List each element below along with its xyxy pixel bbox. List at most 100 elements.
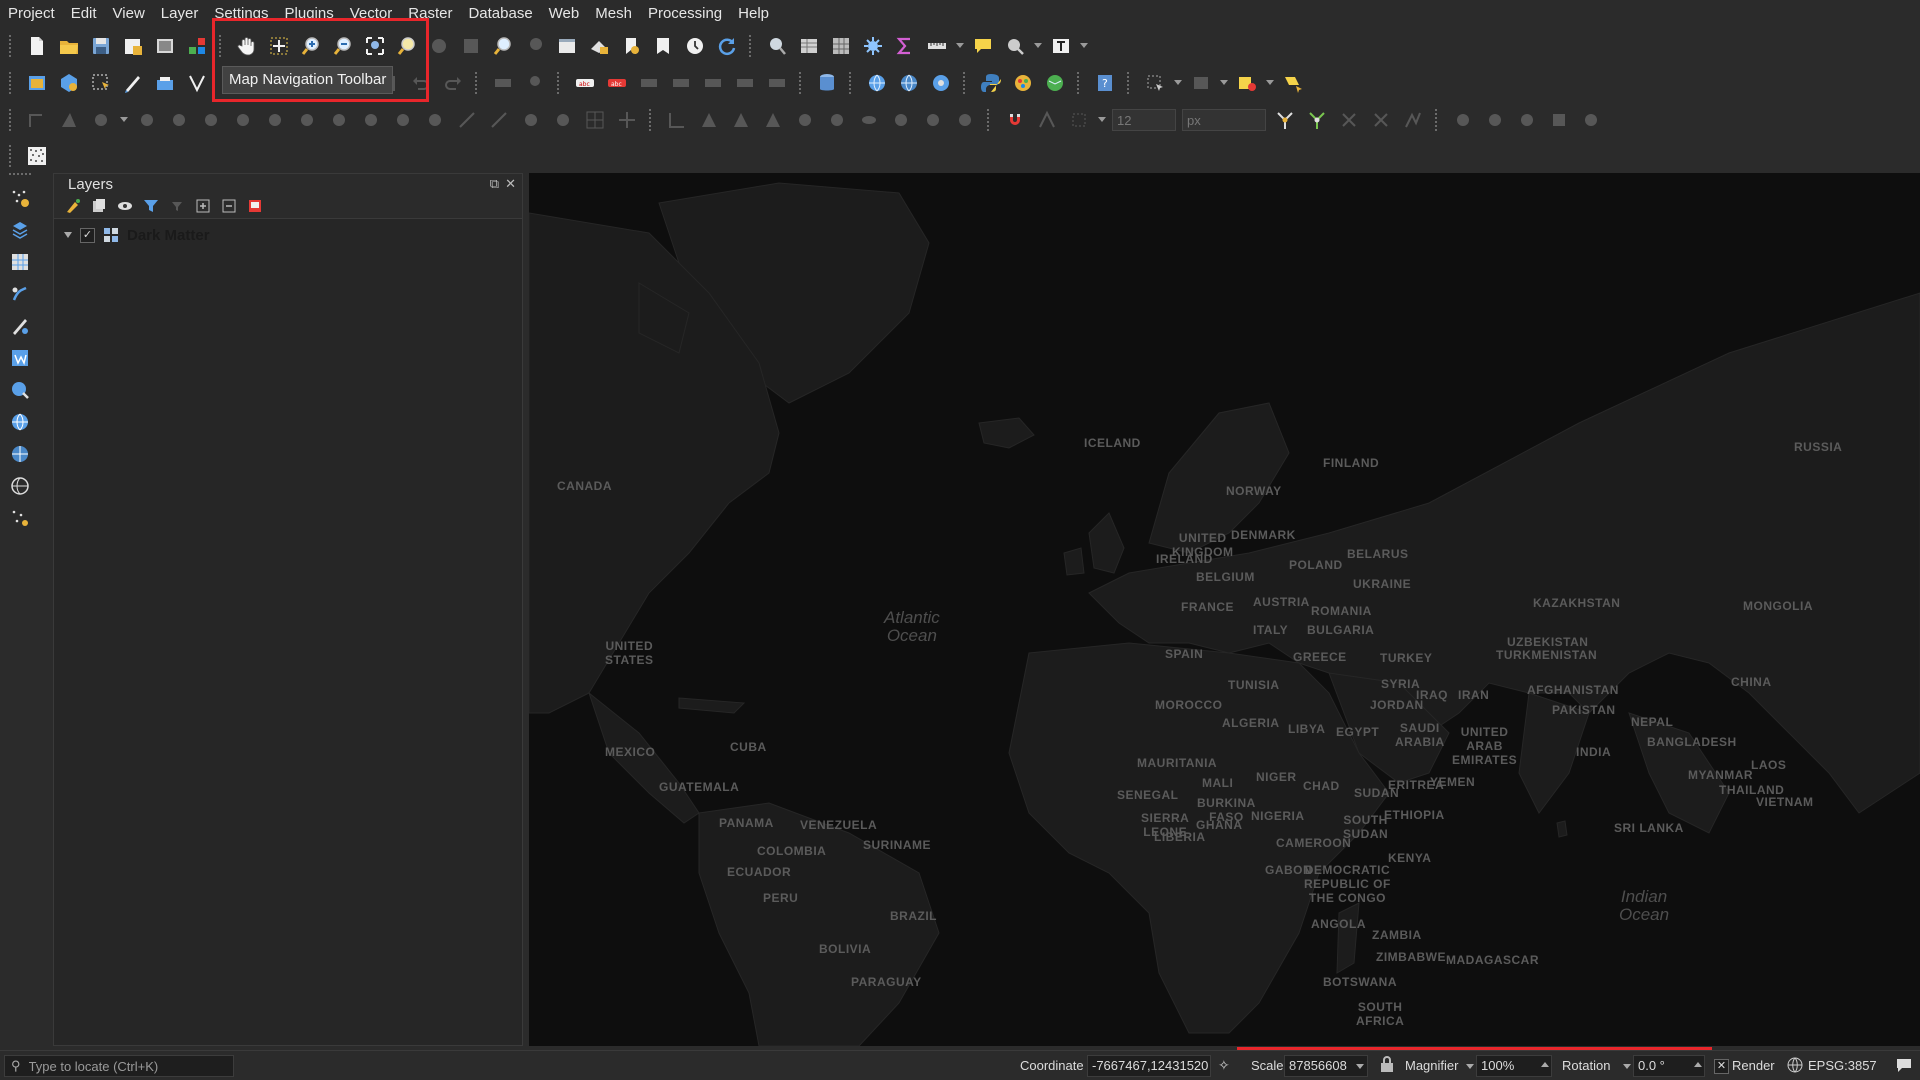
style-manager-icon[interactable] (184, 33, 210, 59)
menu-project[interactable]: Project (0, 0, 63, 27)
zoom-to-layer-icon[interactable] (426, 33, 452, 59)
add-delimited-text-layer-icon[interactable] (6, 185, 34, 211)
avoid-overlap-icon[interactable] (1368, 107, 1394, 133)
pin-labels-icon[interactable] (522, 70, 548, 96)
expand-layer-icon[interactable] (64, 232, 72, 238)
select-features-icon[interactable] (88, 70, 114, 96)
toolbar-grip[interactable] (1077, 71, 1083, 94)
self-snapping-icon[interactable] (1336, 107, 1362, 133)
show-bookmarks-icon[interactable] (650, 33, 676, 59)
select-all-features-icon[interactable] (1280, 70, 1306, 96)
topological-editing-icon[interactable] (1272, 107, 1298, 133)
simplify-icon[interactable] (518, 107, 544, 133)
selection-toolbar-icon[interactable] (1142, 70, 1168, 96)
float-panel-icon[interactable]: ⧉ (490, 176, 499, 192)
layer-visibility-checkbox[interactable]: ✓ (80, 227, 95, 243)
toolbar-grip[interactable] (1127, 71, 1133, 94)
database-icon[interactable] (814, 70, 840, 96)
grid-icon[interactable] (582, 107, 608, 133)
show-hide-labels-icon[interactable] (668, 70, 694, 96)
delete-part-icon[interactable] (166, 107, 192, 133)
menu-edit[interactable]: Edit (63, 0, 105, 27)
regular-polygon-icon[interactable] (792, 107, 818, 133)
circle-tool-icon[interactable] (824, 107, 850, 133)
change-label-icon[interactable] (764, 70, 790, 96)
temporal-controller-icon[interactable] (682, 33, 708, 59)
menu-help[interactable]: Help (730, 0, 777, 27)
add-circular-string-icon[interactable] (550, 107, 576, 133)
layer-tree-item[interactable]: ✓ Dark Matter (54, 223, 522, 247)
select-dropdown[interactable] (1034, 33, 1042, 59)
reverse-line-icon[interactable] (486, 107, 512, 133)
help-icon[interactable]: ? (1092, 70, 1118, 96)
layer-labeling-icon[interactable]: abc (572, 70, 598, 96)
fill-ring-icon[interactable] (88, 107, 114, 133)
coordinate-toggle-icon[interactable]: ✧ (1218, 1057, 1230, 1074)
add-wms-wmts-layer-icon[interactable] (6, 377, 34, 403)
toolbar-grip[interactable] (9, 108, 15, 131)
add-wcs-layer-icon[interactable] (928, 70, 954, 96)
rotate-point-symbols-icon[interactable] (390, 107, 416, 133)
add-wfs-layer-icon[interactable] (896, 70, 922, 96)
merge-features-icon[interactable] (326, 107, 352, 133)
remove-layer-icon[interactable] (246, 197, 264, 215)
expand-all-icon[interactable] (194, 197, 212, 215)
close-panel-icon[interactable]: ✕ (505, 176, 516, 192)
shape-extra-5-icon[interactable] (1578, 107, 1604, 133)
new-geopackage-layer-icon[interactable] (56, 70, 82, 96)
rotate-label-icon[interactable] (732, 70, 758, 96)
attribute-dropdown[interactable] (1220, 70, 1228, 96)
label-toolbar-icon[interactable] (490, 70, 516, 96)
add-group-icon[interactable] (90, 197, 108, 215)
attribute-toolbar-icon[interactable] (1188, 70, 1214, 96)
deselect-features-icon[interactable] (1234, 70, 1260, 96)
vertex-tool-icon[interactable] (184, 70, 210, 96)
add-ring-icon[interactable] (24, 107, 50, 133)
menu-view[interactable]: View (105, 0, 153, 27)
map-canvas[interactable]: Atlantic Ocean Indian Ocean ICELAND RUSS… (529, 173, 1920, 1046)
undo-icon[interactable] (408, 70, 434, 96)
toolbar-grip[interactable] (9, 71, 15, 94)
toolbar-grip[interactable] (557, 71, 563, 94)
processing-toolbox-icon[interactable] (860, 33, 886, 59)
new-3d-map-view-icon[interactable] (586, 33, 612, 59)
quickmapservices-icon[interactable] (1042, 70, 1068, 96)
collapse-all-icon[interactable] (220, 197, 238, 215)
lock-scale-icon[interactable] (1380, 1056, 1394, 1072)
snapping-type-icon[interactable] (1066, 107, 1092, 133)
open-attribute-table-icon[interactable] (796, 33, 822, 59)
highlight-pinned-labels-icon[interactable] (636, 70, 662, 96)
merge-attributes-icon[interactable] (358, 107, 384, 133)
toolbar-grip[interactable] (987, 108, 993, 131)
snapping-type-dropdown[interactable] (1098, 107, 1106, 133)
snapping-units-select[interactable]: px (1182, 108, 1266, 131)
deselect-dropdown[interactable] (1266, 70, 1274, 96)
menu-mesh[interactable]: Mesh (587, 0, 640, 27)
magnifier-down-icon[interactable] (1466, 1064, 1474, 1069)
point-pattern-icon[interactable] (24, 143, 50, 169)
shape-extra-1-icon[interactable] (1450, 107, 1476, 133)
menu-layer[interactable]: Layer (153, 0, 207, 27)
shape-extra-4-icon[interactable] (1546, 107, 1572, 133)
tracing-icon[interactable] (1400, 107, 1426, 133)
snapping-mode-icon[interactable] (1034, 107, 1060, 133)
toolbar-grip[interactable] (9, 173, 31, 179)
trace-icon[interactable] (920, 107, 946, 133)
coordinate-field[interactable]: -7667467,12431520 (1087, 1055, 1211, 1077)
select-by-location-icon[interactable] (1002, 33, 1028, 59)
toolbar-grip[interactable] (1435, 108, 1441, 131)
layout-manager-icon[interactable] (152, 33, 178, 59)
render-checkbox[interactable]: ✕ (1714, 1059, 1729, 1074)
add-wfs-layer-icon-left[interactable] (6, 441, 34, 467)
toolbar-grip[interactable] (219, 34, 225, 57)
curve-icon[interactable] (952, 107, 978, 133)
reshape-icon[interactable] (198, 107, 224, 133)
rotation-down-icon[interactable] (1623, 1064, 1631, 1069)
trim-extend-icon[interactable] (454, 107, 480, 133)
toolbar-grip[interactable] (963, 71, 969, 94)
add-postgis-layer-icon[interactable] (6, 345, 34, 371)
refresh-icon[interactable] (714, 33, 740, 59)
split-features-icon[interactable] (262, 107, 288, 133)
move-feature-icon[interactable] (614, 107, 640, 133)
menu-vector[interactable]: Vector (342, 0, 401, 27)
